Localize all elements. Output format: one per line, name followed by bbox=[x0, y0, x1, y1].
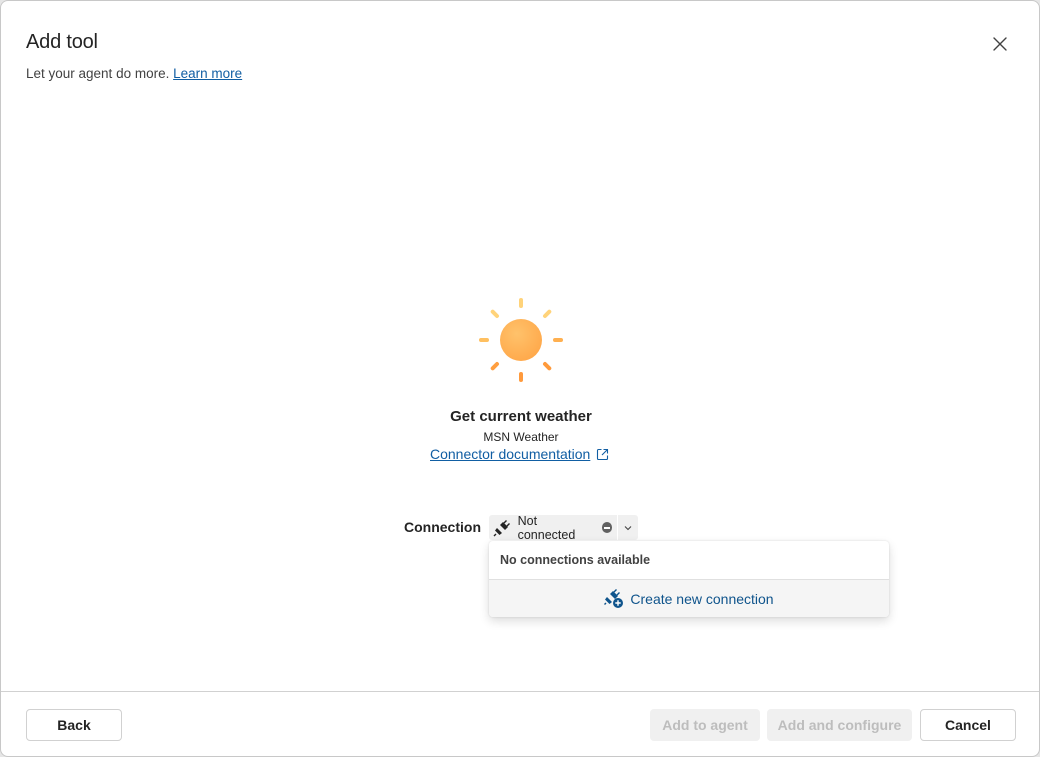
add-tool-dialog: Add tool Let your agent do more. Learn m… bbox=[0, 0, 1040, 757]
close-button[interactable] bbox=[987, 31, 1013, 57]
connector-documentation-link[interactable]: Connector documentation bbox=[430, 446, 609, 462]
connection-status-text: Not connected bbox=[517, 513, 576, 542]
doc-link-label: Connector documentation bbox=[430, 446, 591, 462]
no-connections-text: No connections available bbox=[500, 553, 651, 567]
subtitle-text: Let your agent do more. bbox=[26, 66, 170, 81]
dialog-subtitle: Let your agent do more. Learn more bbox=[26, 66, 242, 81]
chevron-down-icon[interactable] bbox=[618, 523, 638, 533]
connection-label: Connection bbox=[404, 519, 481, 535]
add-and-configure-button[interactable]: Add and configure bbox=[767, 709, 912, 741]
plug-icon bbox=[493, 519, 513, 537]
footer-divider bbox=[1, 691, 1039, 692]
create-new-connection-button[interactable]: Create new connection bbox=[489, 580, 889, 617]
sun-icon bbox=[477, 296, 565, 384]
external-link-icon bbox=[597, 448, 609, 460]
connection-dropdown: No connections available Create new conn… bbox=[489, 541, 889, 617]
learn-more-link[interactable]: Learn more bbox=[173, 66, 242, 81]
create-connection-label: Create new connection bbox=[630, 590, 774, 607]
cancel-button[interactable]: Cancel bbox=[920, 709, 1016, 741]
connection-select[interactable]: Not connected bbox=[489, 513, 638, 542]
add-connection-icon bbox=[604, 588, 624, 608]
add-to-agent-button[interactable]: Add to agent bbox=[650, 709, 760, 741]
back-button[interactable]: Back bbox=[26, 709, 122, 741]
dialog-title: Add tool bbox=[26, 31, 98, 53]
connector-name: MSN Weather bbox=[483, 430, 559, 444]
tool-name: Get current weather bbox=[450, 408, 592, 425]
close-icon bbox=[993, 37, 1007, 51]
minus-circle-icon bbox=[601, 522, 613, 533]
